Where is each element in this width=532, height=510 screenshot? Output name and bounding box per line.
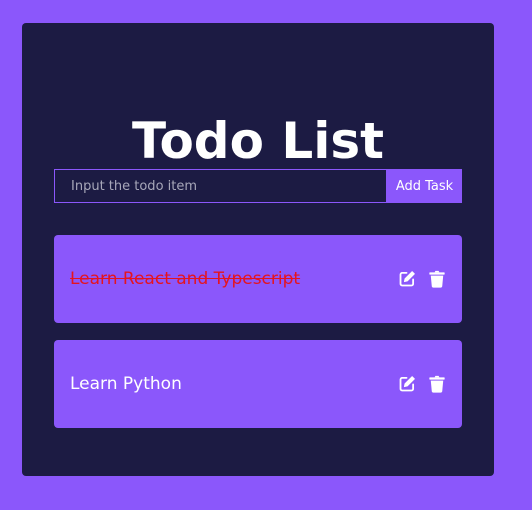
todo-actions — [398, 270, 446, 288]
edit-icon[interactable] — [398, 270, 416, 288]
todo-text[interactable]: Learn Python — [70, 340, 182, 428]
todo-text[interactable]: Learn React and Typescript — [70, 235, 300, 323]
add-task-button[interactable]: Add Task — [387, 169, 462, 203]
todo-item: Learn Python — [54, 340, 462, 428]
todo-actions — [398, 375, 446, 393]
add-todo-form: Add Task — [54, 169, 462, 203]
trash-icon[interactable] — [428, 375, 446, 393]
todo-item: Learn React and Typescript — [54, 235, 462, 323]
page-title: Todo List — [131, 112, 385, 170]
trash-icon[interactable] — [428, 270, 446, 288]
todo-card: Todo List Add Task Learn React and Types… — [22, 23, 494, 476]
edit-icon[interactable] — [398, 375, 416, 393]
todo-input[interactable] — [54, 169, 387, 203]
